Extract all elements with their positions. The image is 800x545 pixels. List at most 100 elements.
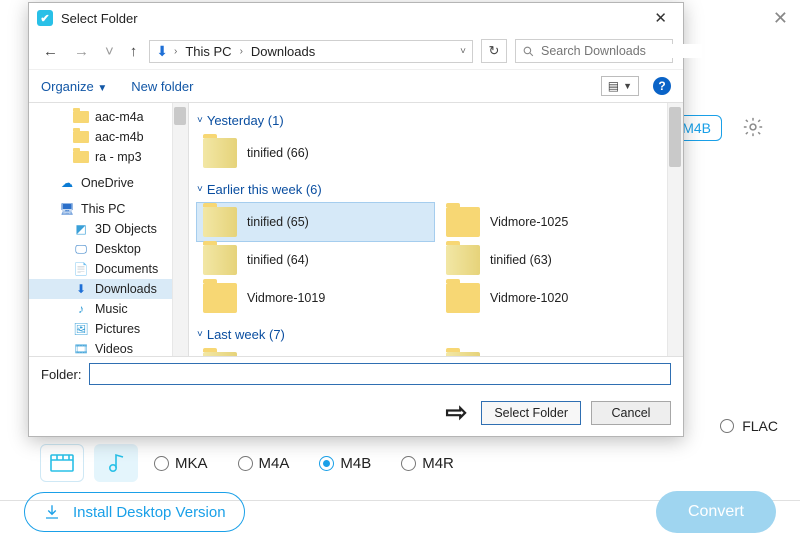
video-mode-icon[interactable]: [40, 444, 84, 482]
view-icon: ▤: [608, 79, 619, 93]
tree-onedrive[interactable]: ☁OneDrive: [29, 173, 188, 193]
item-label: tinified (66): [247, 146, 309, 160]
folder-item[interactable]: tinified (60): [440, 348, 677, 356]
path-seg-folder[interactable]: Downloads: [249, 44, 317, 59]
tree-downloads[interactable]: ⬇Downloads: [29, 279, 188, 299]
tree-music[interactable]: ♪Music: [29, 299, 188, 319]
folder-icon: [73, 111, 89, 123]
folder-item[interactable]: tinified (63): [440, 241, 677, 279]
content-pane: ˅Yesterday (1) tinified (66) ˅Earlier th…: [189, 103, 683, 356]
radio-m4b[interactable]: M4B: [319, 455, 371, 472]
folder-item[interactable]: Vidmore-1020: [440, 279, 677, 317]
chevron-down-icon[interactable]: ˅: [460, 46, 466, 57]
toolbar: Organize ▼ New folder ▤▼ ?: [29, 69, 683, 102]
address-bar[interactable]: ⬇ › This PC › Downloads ˅: [149, 40, 473, 63]
nav-up-icon[interactable]: ↑: [126, 41, 142, 62]
tree-aac-m4a[interactable]: aac-m4a: [29, 107, 188, 127]
nav-back-icon[interactable]: ←: [39, 41, 62, 62]
nav-tree: aac-m4a aac-m4b ra - mp3 ☁OneDrive 🖥This…: [29, 103, 189, 356]
scrollbar-thumb[interactable]: [174, 107, 186, 125]
chevron-right-icon: ›: [240, 46, 243, 57]
nav-recent-icon[interactable]: ˅: [101, 41, 118, 62]
radio-label: M4R: [422, 455, 454, 472]
gear-icon[interactable]: [742, 116, 764, 138]
path-seg-root[interactable]: This PC: [183, 44, 233, 59]
tree-this-pc[interactable]: 🖥This PC: [29, 199, 188, 219]
radio-circle-icon: [319, 456, 334, 471]
new-folder-button[interactable]: New folder: [131, 79, 193, 94]
radio-label: M4A: [259, 455, 290, 472]
view-menu[interactable]: ▤▼: [601, 76, 639, 96]
radio-flac[interactable]: FLAC: [720, 418, 778, 434]
nav-row: ← → ˅ ↑ ⬇ › This PC › Downloads ˅ ↻: [29, 33, 683, 69]
radio-circle-icon: [154, 456, 169, 471]
tree-label: 3D Objects: [95, 222, 157, 236]
radio-m4r[interactable]: M4R: [401, 455, 454, 472]
folder-item-selected[interactable]: tinified (65): [197, 203, 434, 241]
documents-icon: 📄: [73, 262, 89, 276]
group-label: Yesterday (1): [207, 113, 284, 128]
tree-3d-objects[interactable]: ◩ 3D Objects: [29, 219, 188, 239]
folder-thumb-icon: [203, 352, 237, 356]
select-folder-button[interactable]: Select Folder: [481, 401, 581, 425]
download-icon: [43, 503, 61, 521]
folder-icon: [73, 131, 89, 143]
tree-ra-mp3[interactable]: ra - mp3: [29, 147, 188, 167]
dialog-body: aac-m4a aac-m4b ra - mp3 ☁OneDrive 🖥This…: [29, 102, 683, 356]
folder-label: Folder:: [41, 367, 81, 382]
radio-m4a[interactable]: M4A: [238, 455, 290, 472]
radio-circle-icon: [720, 419, 734, 433]
group-lastweek[interactable]: ˅Last week (7): [197, 325, 677, 348]
refresh-icon: ↻: [489, 43, 500, 59]
chevron-down-icon: ˅: [197, 184, 203, 195]
tree-label: aac-m4b: [95, 130, 144, 144]
cancel-button[interactable]: Cancel: [591, 401, 671, 425]
folder-icon: [73, 151, 89, 163]
chevron-right-icon: ›: [174, 46, 177, 57]
tree-pictures[interactable]: 🖼Pictures: [29, 319, 188, 339]
search-icon: [522, 45, 535, 58]
dialog-title: Select Folder: [61, 11, 138, 26]
tree-aac-m4b[interactable]: aac-m4b: [29, 127, 188, 147]
content-scrollbar[interactable]: [667, 103, 683, 356]
folder-item[interactable]: tinified (64): [197, 241, 434, 279]
audio-mode-icon[interactable]: [94, 444, 138, 482]
select-folder-dialog: ✔ Select Folder ✕ ← → ˅ ↑ ⬇ › This PC › …: [28, 2, 684, 437]
folder-item[interactable]: Vidmore-1019: [197, 279, 434, 317]
group-earlier[interactable]: ˅Earlier this week (6): [197, 180, 677, 203]
tree-desktop[interactable]: 🖵 Desktop: [29, 239, 188, 259]
folder-thumb-icon: [446, 352, 480, 356]
group-label: Last week (7): [207, 327, 285, 342]
pictures-icon: 🖼: [73, 322, 89, 336]
tree-videos[interactable]: 🎞Videos: [29, 339, 188, 356]
desktop-icon: 🖵: [73, 242, 89, 256]
audio-format-radios: MKA M4A M4B M4R: [154, 455, 454, 472]
app-logo-icon: ✔: [37, 10, 53, 26]
radio-mka[interactable]: MKA: [154, 455, 208, 472]
radio-label: M4B: [340, 455, 371, 472]
folder-item[interactable]: tinified (66): [197, 134, 434, 172]
help-icon[interactable]: ?: [653, 77, 671, 95]
search-field[interactable]: [541, 44, 702, 58]
folder-name-input[interactable]: [89, 363, 671, 385]
videos-icon: 🎞: [73, 342, 89, 356]
tree-documents[interactable]: 📄 Documents: [29, 259, 188, 279]
group-yesterday[interactable]: ˅Yesterday (1): [197, 111, 677, 134]
convert-button[interactable]: Convert: [656, 491, 776, 533]
tree-label: Documents: [95, 262, 158, 276]
objects3d-icon: ◩: [73, 222, 89, 236]
refresh-button[interactable]: ↻: [481, 39, 507, 63]
organize-menu[interactable]: Organize ▼: [41, 79, 107, 94]
scrollbar-thumb[interactable]: [669, 107, 681, 167]
folder-item[interactable]: Vidmore-1025: [440, 203, 677, 241]
bg-close-icon[interactable]: ✕: [773, 8, 788, 29]
tree-scrollbar[interactable]: [172, 103, 188, 356]
downloads-icon: ⬇: [73, 282, 89, 296]
install-desktop-button[interactable]: Install Desktop Version: [24, 492, 245, 532]
close-button[interactable]: ✕: [646, 7, 675, 29]
folder-item[interactable]: tinified (62): [197, 348, 434, 356]
folder-thumb-icon: [203, 283, 237, 313]
search-input[interactable]: [515, 39, 673, 63]
nav-forward-icon[interactable]: →: [70, 41, 93, 62]
tree-label: Desktop: [95, 242, 141, 256]
